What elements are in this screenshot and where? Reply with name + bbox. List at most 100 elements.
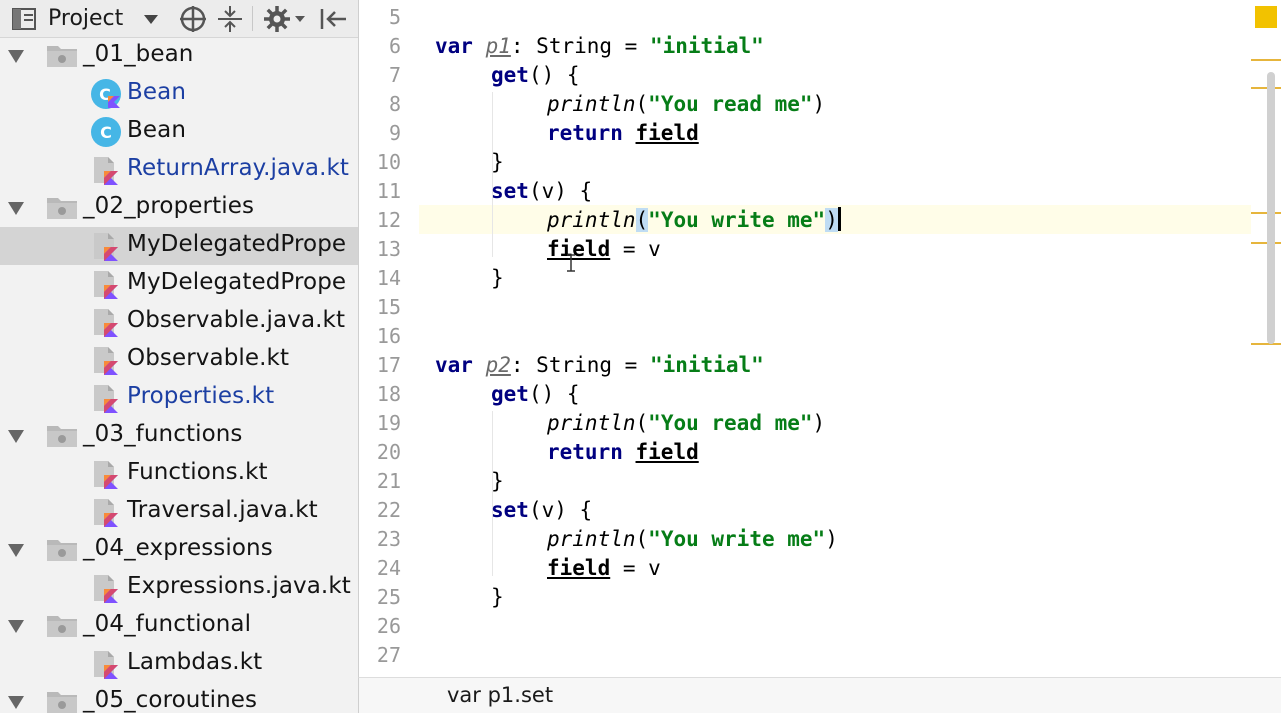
line-number: 18 [376, 382, 401, 406]
tree-file-row[interactable]: Lambdas.kt [0, 645, 358, 683]
expand-arrow-icon[interactable] [6, 616, 26, 636]
breadcrumb[interactable]: var p1.set [447, 683, 553, 707]
code-line-17: var p2: String = "initial" [435, 353, 764, 377]
line-number: 13 [376, 237, 401, 261]
tree-item-label: _04_expressions [83, 535, 273, 561]
line-number: 21 [376, 469, 401, 493]
kotlin-file-icon [90, 308, 122, 337]
tree-item-label: Functions.kt [127, 459, 268, 485]
code-line-20: return field [547, 440, 699, 464]
tree-item-label: Properties.kt [127, 383, 275, 409]
collapse-all-icon[interactable] [216, 0, 244, 37]
line-number: 9 [388, 121, 401, 145]
line-number: 8 [388, 92, 401, 116]
tree-item-label: Expressions.java.kt [127, 573, 351, 599]
project-toolbar: Project [0, 0, 358, 38]
tree-item-label: ReturnArray.java.kt [127, 155, 350, 181]
line-number-gutter: 5 6 7 8 9 10 11 12 13 14 15 16 17 18 19 20 21 22 23 24 25 26 2… [359, 0, 419, 677]
code-line-12: println("You write me") [547, 206, 841, 235]
tree-item-label: MyDelegatedPrope [127, 269, 347, 295]
tree-file-row[interactable]: C Bean [0, 113, 358, 151]
line-number: 27 [376, 643, 401, 667]
tree-folder-row[interactable]: _02_properties [0, 189, 358, 227]
kotlin-file-icon [90, 232, 122, 261]
line-number: 11 [376, 179, 401, 203]
line-number: 17 [376, 353, 401, 377]
expand-arrow-icon[interactable] [6, 426, 26, 446]
line-number: 12 [376, 208, 401, 232]
code-line-14: } [491, 266, 504, 290]
code-line-18: get() { [491, 382, 580, 406]
tree-file-row[interactable]: Expressions.java.kt [0, 569, 358, 607]
line-number: 6 [388, 34, 401, 58]
tree-folder-row[interactable]: _04_functional [0, 607, 358, 645]
code-line-10: } [491, 150, 504, 174]
tree-file-row[interactable]: ReturnArray.java.kt [0, 151, 358, 189]
line-number: 23 [376, 527, 401, 551]
tree-folder-row[interactable]: _04_expressions [0, 531, 358, 569]
tree-item-label: Observable.java.kt [127, 307, 346, 333]
project-panel-title[interactable]: Project [48, 6, 123, 31]
kotlin-file-icon [90, 460, 122, 489]
tree-item-label: _05_coroutines [83, 687, 258, 713]
expand-arrow-icon[interactable] [6, 46, 26, 66]
tree-item-label: MyDelegatedPrope [127, 231, 347, 257]
tree-file-row[interactable]: Observable.java.kt [0, 303, 358, 341]
settings-dropdown-arrow-icon[interactable] [294, 0, 306, 37]
code-line-9: return field [547, 121, 699, 145]
kotlin-file-icon [90, 384, 122, 413]
tree-folder-row[interactable]: _03_functions [0, 417, 358, 455]
folder-icon [46, 195, 78, 221]
code-line-25: } [491, 585, 504, 609]
tree-file-row[interactable]: MyDelegatedPrope [0, 265, 358, 303]
code-line-11: set(v) { [491, 179, 593, 203]
expand-arrow-icon[interactable] [6, 692, 26, 712]
folder-icon [46, 613, 78, 639]
code-line-24: field = v [547, 556, 661, 580]
text-caret [837, 207, 841, 231]
tree-item-label: _01_bean [83, 41, 194, 67]
line-number: 16 [376, 324, 401, 348]
code-line-8: println("You read me") [547, 92, 826, 116]
inspection-status-icon[interactable] [1255, 6, 1277, 28]
project-tool-window: Project _01_bean C Bean C Bean ReturnArr… [0, 0, 358, 713]
code-line-23: println("You write me") [547, 527, 838, 551]
code-editor[interactable]: 5 6 7 8 9 10 11 12 13 14 15 16 17 18 19 20 21 22 23 24 25 26 2… [358, 0, 1281, 677]
expand-arrow-icon[interactable] [6, 198, 26, 218]
tree-folder-row[interactable]: _05_coroutines [0, 683, 358, 713]
tree-file-row[interactable]: Observable.kt [0, 341, 358, 379]
tree-folder-row[interactable]: _01_bean [0, 37, 358, 75]
vertical-scrollbar-thumb[interactable] [1267, 72, 1275, 344]
svg-text:C: C [100, 123, 112, 142]
kotlin-class-icon: C [90, 78, 122, 109]
tree-file-row[interactable]: C Bean [0, 75, 358, 113]
class-icon: C [90, 116, 122, 147]
view-dropdown-arrow-icon[interactable] [142, 0, 160, 37]
line-number: 7 [388, 63, 401, 87]
tree-file-row[interactable]: Traversal.java.kt [0, 493, 358, 531]
expand-arrow-icon[interactable] [6, 540, 26, 560]
code-line-6: var p1: String = "initial" [435, 34, 764, 58]
tree-item-label: Observable.kt [127, 345, 290, 371]
line-number: 22 [376, 498, 401, 522]
hide-panel-icon[interactable] [318, 0, 348, 37]
kotlin-file-icon [90, 498, 122, 527]
code-line-7: get() { [491, 63, 580, 87]
line-number: 19 [376, 411, 401, 435]
error-stripe[interactable] [1251, 0, 1281, 677]
tree-file-row[interactable]: Properties.kt [0, 379, 358, 417]
folder-icon [46, 43, 78, 69]
project-view-icon [10, 0, 40, 37]
tree-file-row[interactable]: Functions.kt [0, 455, 358, 493]
kotlin-file-icon [90, 156, 122, 185]
settings-gear-icon[interactable] [262, 0, 292, 37]
tree-item-label: Traversal.java.kt [127, 497, 318, 523]
line-number: 25 [376, 585, 401, 609]
code-line-22: set(v) { [491, 498, 593, 522]
line-number: 10 [376, 150, 401, 174]
code-line-19: println("You read me") [547, 411, 826, 435]
kotlin-file-icon [90, 650, 122, 679]
locate-crosshair-icon[interactable] [178, 0, 208, 37]
tree-file-row[interactable]: MyDelegatedPrope [0, 227, 358, 265]
folder-icon [46, 423, 78, 449]
